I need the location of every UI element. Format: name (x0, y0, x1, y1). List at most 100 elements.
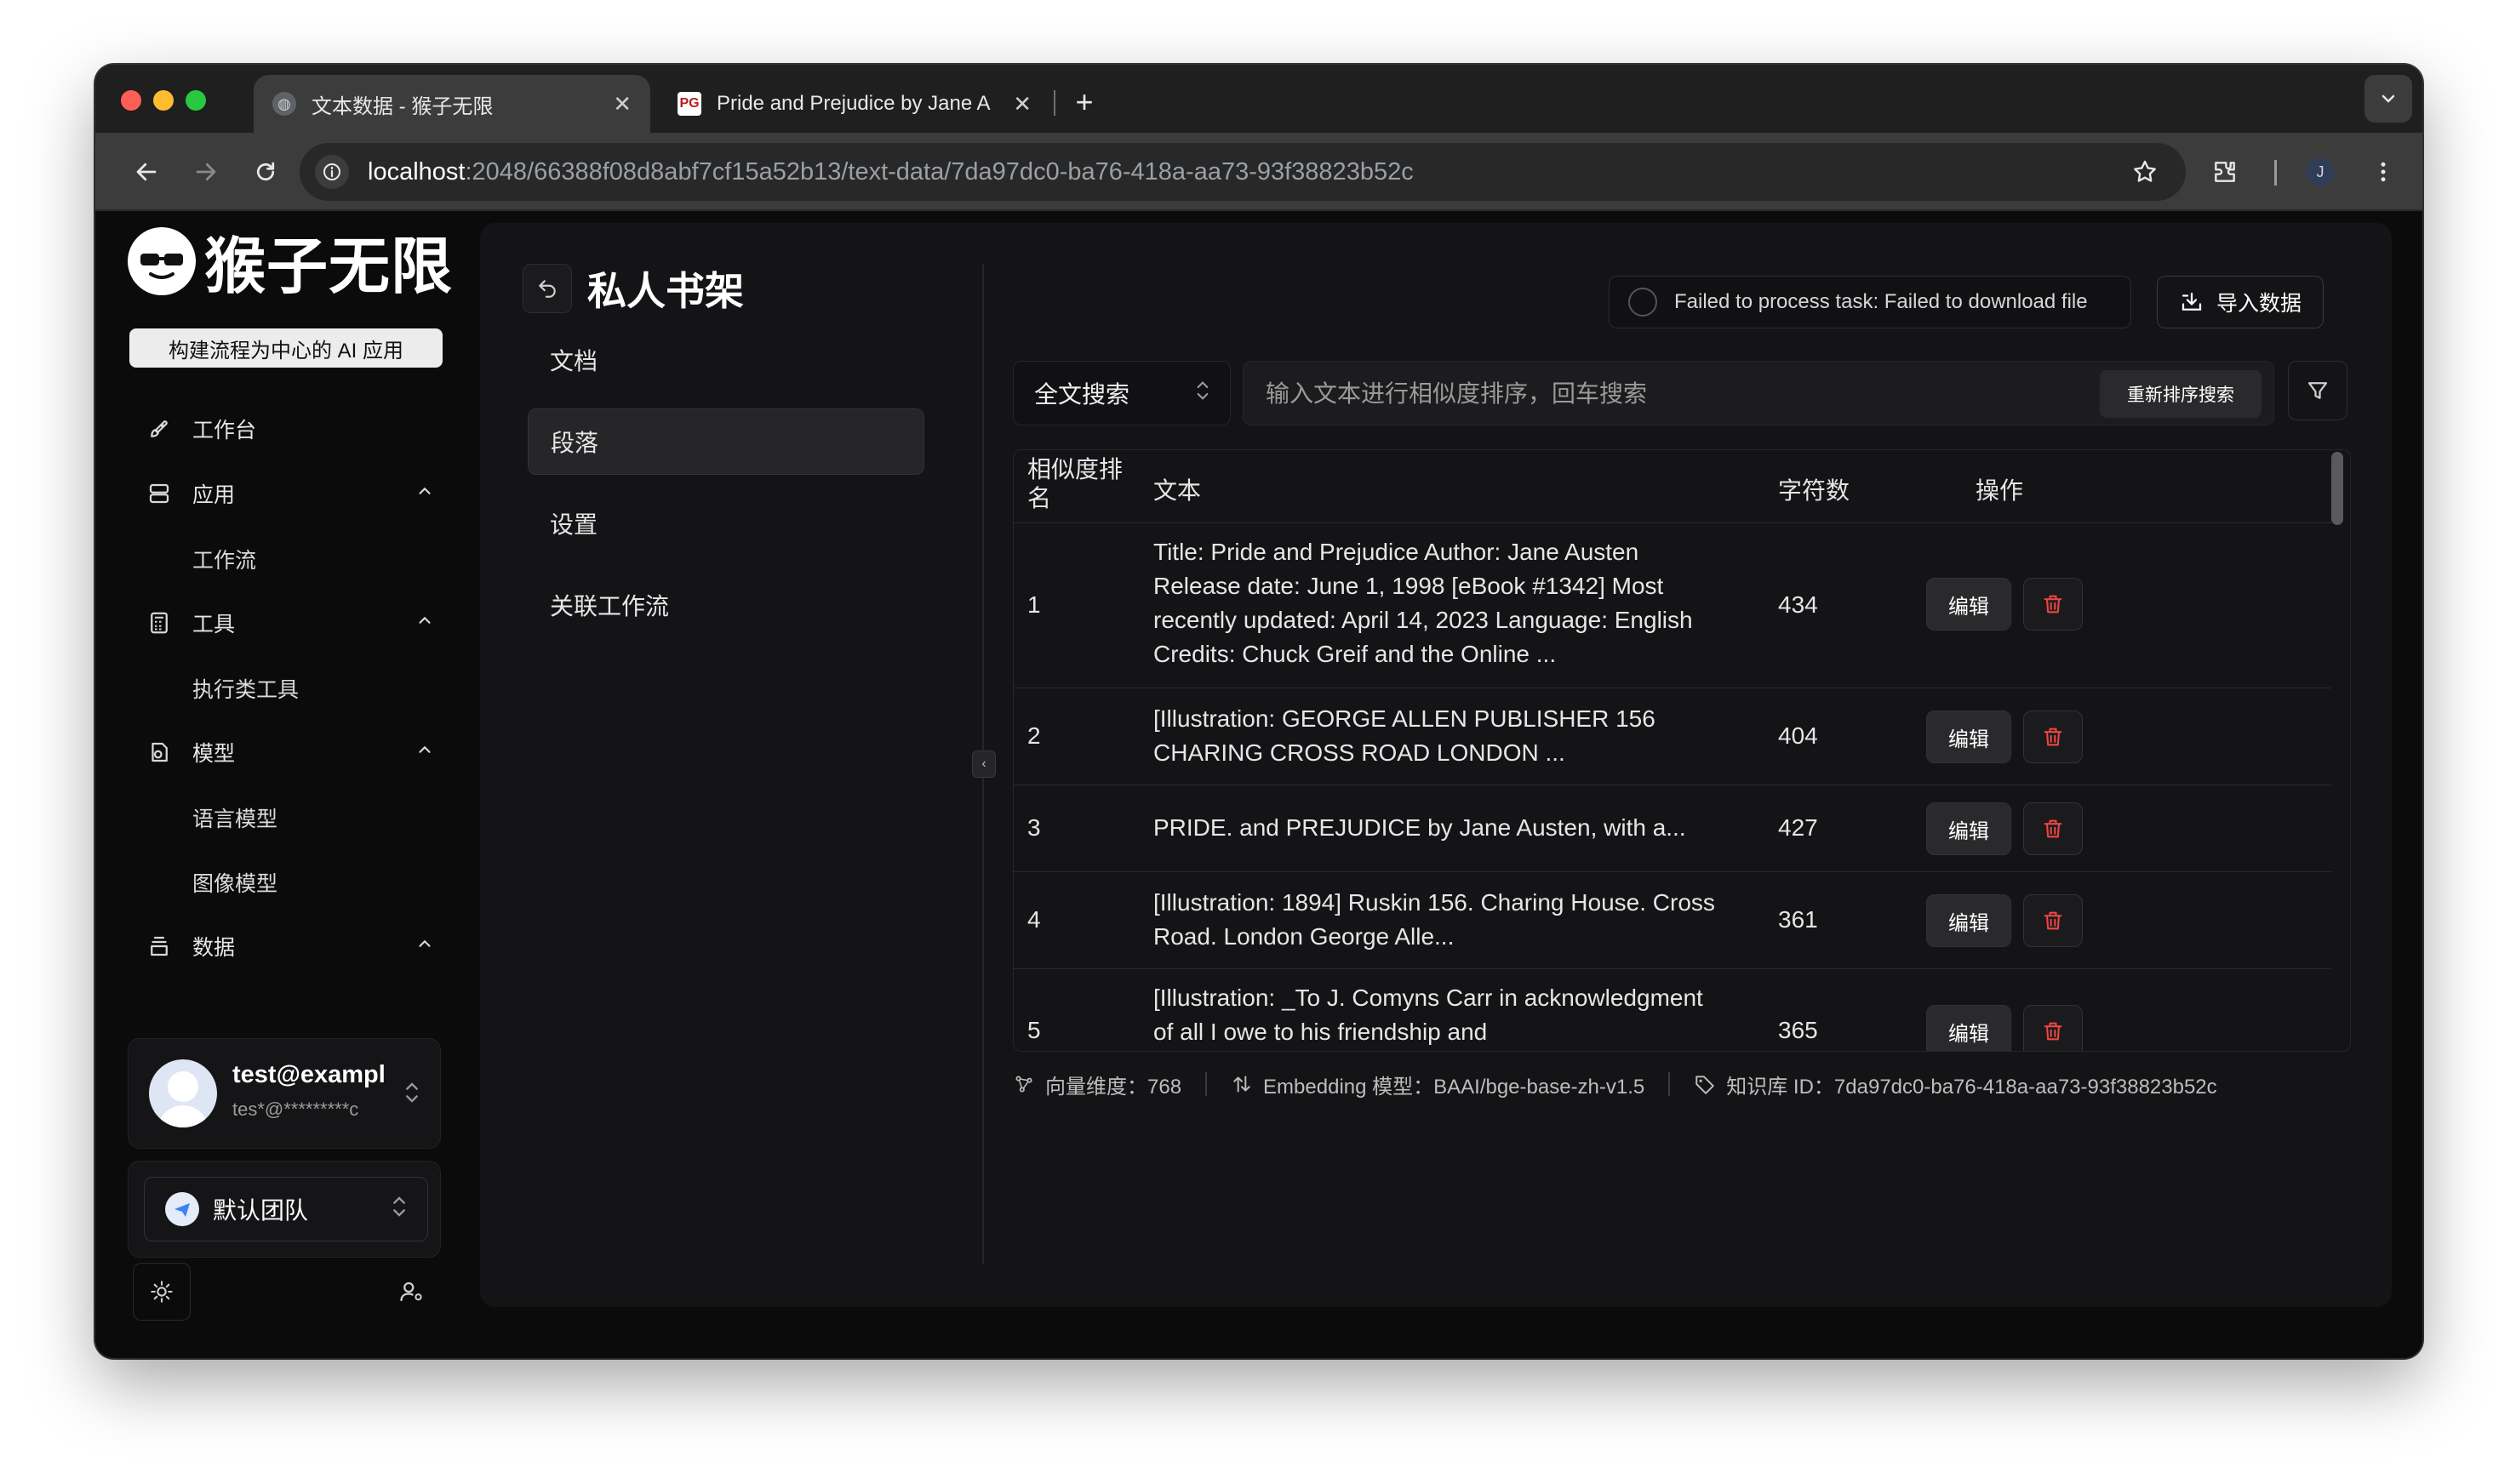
back-button[interactable] (523, 264, 572, 313)
user-settings-button[interactable] (383, 1263, 441, 1321)
status-text: Failed to process task: Failed to downlo… (1674, 290, 2088, 313)
browser-window: ◍ 文本数据 - 猴子无限 ✕ PG Pride and Prejudice b… (95, 65, 2422, 1358)
logo[interactable]: 猴子无限 (128, 216, 453, 305)
row-chars: 365 (1778, 1017, 1818, 1043)
chevron-up-icon[interactable] (415, 934, 434, 958)
rerank-search-button[interactable]: 重新排序搜索 (2100, 370, 2262, 418)
trash-icon (2044, 1022, 2062, 1041)
main-panel: 私人书架 文档 段落 设置 关联工作流 ‹ Failed to process … (480, 223, 2392, 1307)
site-info-icon[interactable] (315, 155, 349, 189)
nav-workflow[interactable]: 工作流 (192, 538, 256, 580)
nav-workbench[interactable]: 工作台 (145, 403, 443, 454)
tab-paragraphs[interactable]: 段落 (528, 408, 924, 475)
delete-button[interactable] (2023, 1005, 2083, 1051)
calculator-icon (145, 608, 174, 637)
new-tab-button[interactable]: + (1064, 82, 1105, 123)
arrow-right-icon (196, 163, 216, 181)
table-row: 3 PRIDE. and PREJUDICE by Jane Austen, w… (1014, 785, 2331, 872)
kb-id-text: 知识库 ID：7da97dc0-ba76-418a-aa73-93f38823b… (1726, 1075, 2217, 1099)
chevron-up-icon[interactable] (415, 740, 434, 764)
theme-toggle-button[interactable] (133, 1263, 191, 1321)
close-tab-icon[interactable]: ✕ (1013, 91, 1032, 117)
gutenberg-favicon-icon: PG (678, 92, 701, 116)
edit-button[interactable]: 编辑 (1926, 802, 2011, 855)
nav-label: 应用 (192, 483, 236, 507)
user-card[interactable]: test@exampl tes*@*********c (128, 1038, 441, 1149)
url-text[interactable]: localhost:2048/66388f08d8abf7cf15a52b13/… (368, 158, 1414, 186)
nav-label: 模型 (192, 742, 236, 766)
extensions-icon[interactable] (2204, 151, 2245, 192)
nav-image-models[interactable]: 图像模型 (192, 861, 277, 904)
tab-settings[interactable]: 设置 (528, 490, 924, 556)
close-tab-icon[interactable]: ✕ (613, 91, 632, 117)
row-text: Title: Pride and Prejudice Author: Jane … (1153, 539, 1693, 667)
chevron-up-icon[interactable] (415, 482, 434, 505)
tab-search-button[interactable] (2364, 75, 2412, 123)
nav-label: 数据 (192, 936, 236, 960)
nav-models[interactable]: 模型 (145, 727, 443, 778)
edit-button[interactable]: 编辑 (1926, 711, 2011, 763)
tab-strip: ◍ 文本数据 - 猴子无限 ✕ PG Pride and Prejudice b… (95, 65, 2422, 133)
kb-info-footer: 向量维度：768 Embedding 模型：BAAI/bge-base-zh-v… (1013, 1067, 2217, 1101)
tag-icon (1695, 1076, 1714, 1094)
nav-label: 工作台 (192, 419, 257, 442)
footer-separator (1205, 1072, 1208, 1096)
nav-apps[interactable]: 应用 (145, 468, 443, 519)
app-root: 猴子无限 构建流程为中心的 AI 应用 工作台 应用 工作流 工具 执行类工具 … (95, 211, 2422, 1358)
import-data-button[interactable]: 导入数据 (2157, 276, 2324, 328)
collapse-sidebar-button[interactable]: ‹ (972, 751, 996, 778)
paragraph-table: 相似度排名 文本 字符数 操作 1 Title: Pride and Preju… (1013, 449, 2351, 1052)
edit-button[interactable]: 编辑 (1926, 1005, 2011, 1051)
search-input[interactable] (1266, 377, 2032, 411)
avatar (149, 1059, 217, 1127)
team-selector[interactable]: 默认团队 (144, 1177, 428, 1241)
table-row: 2 [Illustration: GEORGE ALLEN PUBLISHER … (1014, 688, 2331, 785)
filter-button[interactable] (2288, 361, 2347, 420)
row-text: [Illustration: 1894] Ruskin 156. Charing… (1153, 889, 1715, 950)
nav-language-models[interactable]: 语言模型 (192, 796, 277, 839)
row-chars: 361 (1778, 906, 1818, 933)
row-chars: 434 (1778, 591, 1818, 618)
trash-icon (2044, 819, 2062, 838)
reload-button[interactable] (245, 151, 286, 192)
tab-linked-workflows[interactable]: 关联工作流 (528, 572, 924, 638)
table-scrollbar[interactable] (2331, 452, 2343, 525)
browser-menu-icon[interactable] (2363, 151, 2404, 192)
search-box: 重新排序搜索 (1243, 361, 2274, 425)
tab-pride-and-prejudice[interactable]: PG Pride and Prejudice by Jane A ✕ (659, 75, 1050, 133)
back-button[interactable] (126, 151, 167, 192)
address-bar[interactable]: localhost:2048/66388f08d8abf7cf15a52b13/… (300, 143, 2186, 201)
trash-icon (2044, 911, 2062, 930)
minimize-window-button[interactable] (153, 90, 174, 111)
import-label: 导入数据 (2216, 292, 2302, 316)
embedding-text: Embedding 模型：BAAI/bge-base-zh-v1.5 (1263, 1075, 1645, 1099)
user-email: tes*@*********c (232, 1099, 359, 1120)
tab-text-data[interactable]: ◍ 文本数据 - 猴子无限 ✕ (254, 75, 650, 133)
bookmark-star-icon[interactable] (2124, 151, 2165, 192)
maximize-window-button[interactable] (186, 90, 206, 111)
trash-icon (2044, 728, 2062, 746)
edit-button[interactable]: 编辑 (1926, 578, 2011, 631)
edit-button[interactable]: 编辑 (1926, 894, 2011, 947)
nav-data[interactable]: 数据 (145, 921, 443, 972)
delete-button[interactable] (2023, 802, 2083, 855)
chevron-up-icon[interactable] (415, 611, 434, 635)
search-type-select[interactable]: 全文搜索 (1013, 361, 1231, 425)
arrow-left-icon (136, 163, 157, 181)
delete-button[interactable] (2023, 894, 2083, 947)
nav-tools[interactable]: 工具 (145, 597, 443, 648)
nav-exec-tools[interactable]: 执行类工具 (192, 667, 299, 710)
header-rank: 相似度排名 (1027, 456, 1124, 511)
profile-button[interactable]: J (2300, 151, 2341, 192)
delete-button[interactable] (2023, 578, 2083, 631)
table-header: 相似度排名 文本 字符数 操作 (1014, 450, 2331, 523)
browser-toolbar: localhost:2048/66388f08d8abf7cf15a52b13/… (95, 133, 2422, 211)
embedding-model: Embedding 模型：BAAI/bge-base-zh-v1.5 (1231, 1070, 1644, 1099)
filter-icon (2307, 382, 2328, 399)
forward-button[interactable] (186, 151, 226, 192)
row-rank: 5 (1027, 1017, 1041, 1043)
delete-button[interactable] (2023, 711, 2083, 763)
team-logo-icon (165, 1192, 199, 1226)
tab-documents[interactable]: 文档 (528, 327, 924, 393)
close-window-button[interactable] (121, 90, 141, 111)
